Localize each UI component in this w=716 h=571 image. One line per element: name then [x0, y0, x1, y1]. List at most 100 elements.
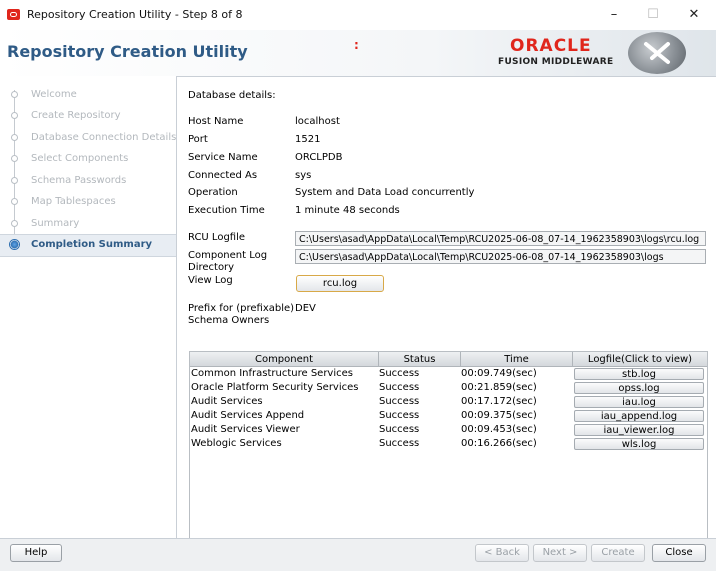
step-create-repository[interactable]: Create Repository [0, 106, 176, 127]
step-database-connection[interactable]: Database Connection Details [0, 128, 176, 149]
status-cell: Success [379, 396, 420, 407]
operation-label: Operation [188, 187, 238, 198]
help-button[interactable]: Help [10, 544, 62, 562]
close-window-button[interactable]: ✕ [677, 4, 711, 26]
header-marker: : [354, 38, 359, 52]
component-cell: Common Infrastructure Services [191, 368, 353, 379]
logfile-button[interactable]: iau_viewer.log [574, 424, 704, 436]
window-titlebar: Repository Creation Utility - Step 8 of … [0, 0, 716, 30]
execution-time-value: 1 minute 48 seconds [295, 205, 400, 216]
service-value: ORCLPDB [295, 152, 343, 163]
table-row[interactable]: Weblogic Services Success 00:16.266(sec)… [190, 437, 707, 451]
step-label: Map Tablespaces [31, 196, 116, 207]
step-dot-icon [11, 198, 18, 205]
service-label: Service Name [188, 152, 258, 163]
step-label: Create Repository [31, 110, 121, 121]
prefix-label-line2: Schema Owners [188, 315, 270, 326]
close-button[interactable]: Close [652, 544, 706, 562]
component-cell: Weblogic Services [191, 438, 282, 449]
port-value: 1521 [295, 134, 321, 145]
step-label: Select Components [31, 153, 129, 164]
next-button[interactable]: Next > [533, 544, 587, 562]
port-label: Port [188, 134, 208, 145]
component-cell: Audit Services Viewer [191, 424, 300, 435]
connected-label: Connected As [188, 170, 258, 181]
table-row[interactable]: Common Infrastructure Services Success 0… [190, 367, 707, 381]
create-button[interactable]: Create [591, 544, 645, 562]
step-schema-passwords[interactable]: Schema Passwords [0, 171, 176, 192]
time-cell: 00:09.453(sec) [461, 424, 537, 435]
component-log-label-line2: Directory [188, 262, 235, 273]
time-cell: 00:09.375(sec) [461, 410, 537, 421]
table-row[interactable]: Oracle Platform Security Services Succes… [190, 381, 707, 395]
results-table: Component Status Time Logfile(Click to v… [189, 351, 708, 539]
connected-value: sys [295, 170, 312, 181]
prefix-label: Prefix for (prefixable) [188, 303, 295, 314]
execution-time-label: Execution Time [188, 205, 265, 216]
logfile-button[interactable]: iau.log [574, 396, 704, 408]
fusion-middleware-label: FUSION MIDDLEWARE [498, 57, 614, 67]
time-cell: 00:09.749(sec) [461, 368, 537, 379]
step-dot-icon [11, 134, 18, 141]
logfile-button[interactable]: iau_append.log [574, 410, 704, 422]
status-cell: Success [379, 382, 420, 393]
step-dot-icon [11, 155, 18, 162]
fusion-emblem-icon [628, 32, 686, 74]
oracle-app-icon [7, 9, 20, 20]
time-cell: 00:16.266(sec) [461, 438, 537, 449]
step-completion-summary[interactable]: Completion Summary [0, 234, 176, 257]
maximize-button[interactable]: ☐ [636, 4, 670, 26]
wizard-steps-nav: Welcome Create Repository Database Conne… [0, 76, 177, 538]
step-dot-icon [11, 177, 18, 184]
status-cell: Success [379, 368, 420, 379]
step-dot-icon [11, 220, 18, 227]
rcu-logfile-field[interactable]: C:\Users\asad\AppData\Local\Temp\RCU2025… [295, 231, 706, 246]
column-header-status[interactable]: Status [379, 352, 461, 367]
component-log-label: Component Log [188, 250, 268, 261]
column-header-time[interactable]: Time [461, 352, 573, 367]
table-row[interactable]: Audit Services Append Success 00:09.375(… [190, 409, 707, 423]
window-title: Repository Creation Utility - Step 8 of … [27, 8, 243, 21]
step-welcome[interactable]: Welcome [0, 85, 176, 106]
app-header: Repository Creation Utility : ORACLE FUS… [0, 30, 716, 77]
component-cell: Audit Services Append [191, 410, 305, 421]
host-value: localhost [295, 116, 340, 127]
step-label: Welcome [31, 89, 77, 100]
app-title: Repository Creation Utility [7, 42, 248, 61]
status-cell: Success [379, 438, 420, 449]
wizard-button-bar: Help < Back Next > Create Close [0, 538, 716, 571]
table-row[interactable]: Audit Services Success 00:17.172(sec) ia… [190, 395, 707, 409]
component-log-dir-field[interactable]: C:\Users\asad\AppData\Local\Temp\RCU2025… [295, 249, 706, 264]
minimize-button[interactable]: – [597, 4, 631, 26]
back-button[interactable]: < Back [475, 544, 529, 562]
status-cell: Success [379, 410, 420, 421]
step-label: Completion Summary [31, 239, 153, 250]
table-row[interactable]: Audit Services Viewer Success 00:09.453(… [190, 423, 707, 437]
step-dot-icon [11, 112, 18, 119]
column-header-component[interactable]: Component [190, 352, 379, 367]
step-summary[interactable]: Summary [0, 214, 176, 235]
time-cell: 00:21.859(sec) [461, 382, 537, 393]
column-header-logfile[interactable]: Logfile(Click to view) [573, 352, 707, 367]
prefix-value: DEV [295, 303, 316, 314]
status-cell: Success [379, 424, 420, 435]
step-current-icon [9, 239, 20, 250]
logfile-button[interactable]: stb.log [574, 368, 704, 380]
step-label: Schema Passwords [31, 175, 127, 186]
rcu-logfile-label: RCU Logfile [188, 232, 246, 243]
step-map-tablespaces[interactable]: Map Tablespaces [0, 192, 176, 213]
view-rcu-log-button[interactable]: rcu.log [296, 275, 384, 292]
logfile-button[interactable]: opss.log [574, 382, 704, 394]
step-label: Database Connection Details [31, 132, 177, 143]
step-dot-icon [11, 91, 18, 98]
logfile-button[interactable]: wls.log [574, 438, 704, 450]
component-cell: Oracle Platform Security Services [191, 382, 359, 393]
view-log-label: View Log [188, 275, 233, 286]
component-cell: Audit Services [191, 396, 263, 407]
host-label: Host Name [188, 116, 244, 127]
step-select-components[interactable]: Select Components [0, 149, 176, 170]
oracle-logo: ORACLE [510, 36, 592, 56]
time-cell: 00:17.172(sec) [461, 396, 537, 407]
operation-value: System and Data Load concurrently [295, 187, 475, 198]
section-title: Database details: [188, 90, 276, 101]
